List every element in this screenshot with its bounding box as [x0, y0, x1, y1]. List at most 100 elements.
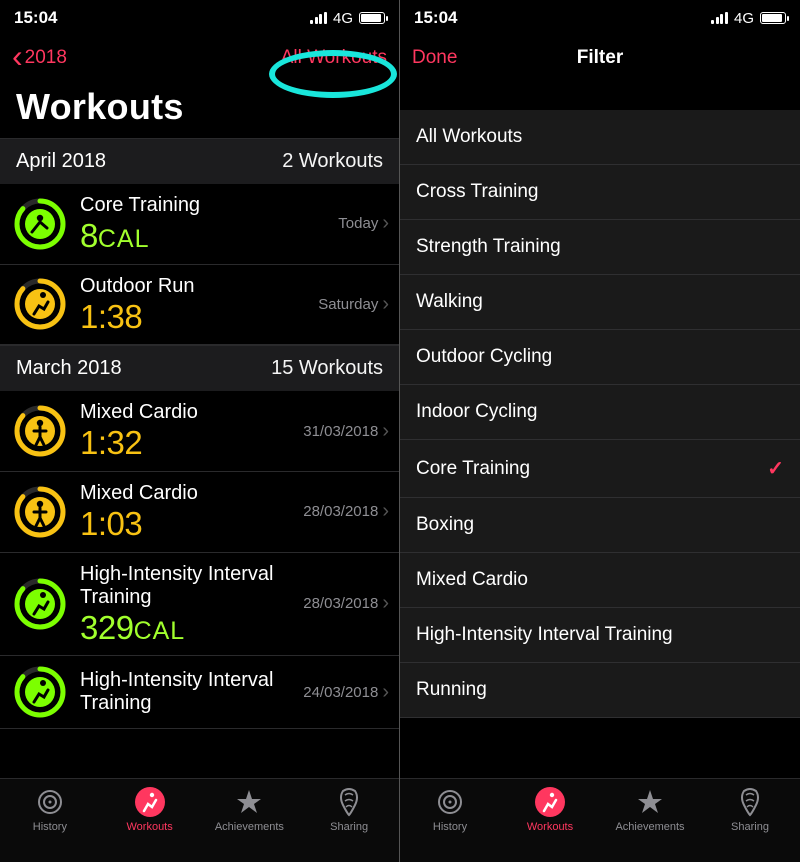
workout-metric: 1:38: [80, 300, 312, 335]
filter-label: Cross Training: [416, 181, 539, 203]
workout-row[interactable]: High-Intensity Interval Training 24/03/2…: [0, 656, 399, 729]
nav-bar: Done Filter: [400, 36, 800, 80]
battery-icon: [359, 12, 385, 24]
status-network: 4G: [734, 10, 754, 27]
tab-label: Sharing: [731, 821, 769, 833]
section-count: 2 Workouts: [282, 150, 383, 173]
workout-meta: 28/03/2018 ›: [303, 500, 389, 523]
back-button[interactable]: ‹ 2018: [12, 47, 67, 69]
workout-metric: 329CAL: [80, 611, 297, 646]
filter-option[interactable]: Boxing: [400, 498, 800, 553]
workout-row[interactable]: Outdoor Run 1:38 Saturday ›: [0, 265, 399, 346]
workout-row[interactable]: Core Training 8CAL Today ›: [0, 184, 399, 265]
activity-ring-icon: [14, 666, 66, 718]
workout-row[interactable]: Mixed Cardio 1:32 31/03/2018 ›: [0, 391, 399, 472]
tab-sharing[interactable]: Sharing: [299, 785, 399, 833]
sharing-icon: [332, 785, 366, 819]
workout-meta: Today ›: [338, 212, 389, 235]
filter-option[interactable]: All Workouts: [400, 110, 800, 165]
filter-label: Running: [416, 679, 487, 701]
tab-label: Workouts: [126, 821, 172, 833]
tab-achievements[interactable]: Achievements: [200, 785, 300, 833]
activity-ring-icon: [14, 578, 66, 630]
workout-name: High-Intensity Interval Training: [80, 563, 297, 609]
filter-option[interactable]: Outdoor Cycling: [400, 330, 800, 385]
workouts-icon: [533, 785, 567, 819]
tab-label: Workouts: [527, 821, 573, 833]
workout-list[interactable]: April 2018 2 Workouts Core Training 8CAL …: [0, 138, 399, 862]
all-workouts-button[interactable]: All Workouts: [281, 47, 387, 69]
nav-title: Filter: [400, 47, 800, 69]
tab-workouts[interactable]: Workouts: [100, 785, 200, 833]
page-title: Workouts: [0, 80, 399, 138]
done-button[interactable]: Done: [412, 47, 457, 69]
nav-bar: ‹ 2018 All Workouts: [0, 36, 399, 80]
tab-sharing[interactable]: Sharing: [700, 785, 800, 833]
chevron-right-icon: ›: [382, 592, 389, 615]
filter-option[interactable]: Indoor Cycling: [400, 385, 800, 440]
nav-right-label: All Workouts: [281, 47, 387, 69]
signal-bars-icon: [711, 12, 728, 24]
filter-label: Mixed Cardio: [416, 569, 528, 591]
filter-label: Boxing: [416, 514, 474, 536]
filter-label: Strength Training: [416, 236, 561, 258]
workout-date: 28/03/2018: [303, 503, 378, 520]
workout-row[interactable]: Mixed Cardio 1:03 28/03/2018 ›: [0, 472, 399, 553]
history-icon: [433, 785, 467, 819]
tab-achievements[interactable]: Achievements: [600, 785, 700, 833]
filter-list[interactable]: All Workouts Cross Training Strength Train…: [400, 110, 800, 718]
filter-option[interactable]: Mixed Cardio: [400, 553, 800, 608]
filter-option[interactable]: Cross Training: [400, 165, 800, 220]
sharing-icon: [733, 785, 767, 819]
back-label: 2018: [25, 47, 67, 69]
workout-meta: 24/03/2018 ›: [303, 681, 389, 704]
workout-row[interactable]: High-Intensity Interval Training 329CAL …: [0, 553, 399, 657]
activity-ring-icon: [14, 405, 66, 457]
tab-bar: History Workouts Achievements Sharing: [400, 778, 800, 862]
status-time: 15:04: [14, 8, 57, 28]
chevron-right-icon: ›: [382, 212, 389, 235]
workout-name: Outdoor Run: [80, 275, 312, 298]
achievements-icon: [232, 785, 266, 819]
chevron-right-icon: ›: [382, 293, 389, 316]
tab-label: History: [433, 821, 467, 833]
tab-bar: History Workouts Achievements Sharing: [0, 778, 399, 862]
tab-workouts[interactable]: Workouts: [500, 785, 600, 833]
checkmark-icon: ✓: [767, 456, 784, 481]
status-bar: 15:04 4G: [400, 0, 800, 36]
filter-label: Core Training: [416, 458, 530, 480]
workouts-icon: [133, 785, 167, 819]
filter-label: Walking: [416, 291, 483, 313]
tab-label: Achievements: [615, 821, 684, 833]
section-header: March 2018 15 Workouts: [0, 345, 399, 391]
filter-screen: 15:04 4G Done Filter All Workouts Cross T…: [400, 0, 800, 862]
filter-option[interactable]: Core Training ✓: [400, 440, 800, 498]
filter-option[interactable]: High-Intensity Interval Training: [400, 608, 800, 663]
activity-ring-icon: [14, 486, 66, 538]
filter-label: Outdoor Cycling: [416, 346, 552, 368]
filter-label: All Workouts: [416, 126, 522, 148]
tab-label: Achievements: [215, 821, 284, 833]
chevron-right-icon: ›: [382, 500, 389, 523]
filter-option[interactable]: Running: [400, 663, 800, 718]
workout-metric: 1:32: [80, 426, 297, 461]
section-count: 15 Workouts: [271, 357, 383, 380]
filter-option[interactable]: Strength Training: [400, 220, 800, 275]
workout-meta: Saturday ›: [318, 293, 389, 316]
status-time: 15:04: [414, 8, 457, 28]
tab-label: Sharing: [330, 821, 368, 833]
workout-date: Saturday: [318, 296, 378, 313]
section-title: April 2018: [16, 150, 106, 173]
achievements-icon: [633, 785, 667, 819]
workout-meta: 31/03/2018 ›: [303, 420, 389, 443]
tab-history[interactable]: History: [400, 785, 500, 833]
workout-metric: 8CAL: [80, 219, 332, 254]
chevron-right-icon: ›: [382, 681, 389, 704]
tab-history[interactable]: History: [0, 785, 100, 833]
workouts-screen: 15:04 4G ‹ 2018 All Workouts Workouts Ap…: [0, 0, 400, 862]
filter-option[interactable]: Walking: [400, 275, 800, 330]
status-network: 4G: [333, 10, 353, 27]
chevron-right-icon: ›: [382, 420, 389, 443]
workout-metric: 1:03: [80, 507, 297, 542]
section-title: March 2018: [16, 357, 122, 380]
